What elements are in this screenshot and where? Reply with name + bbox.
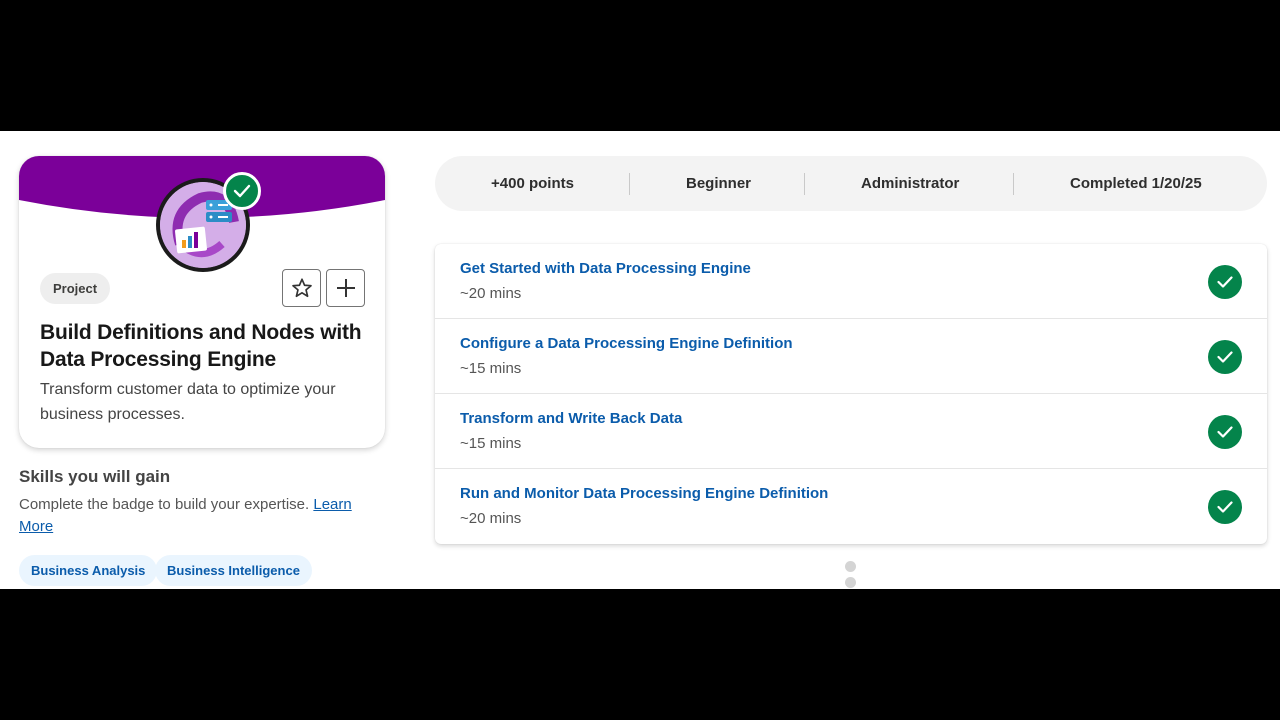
skill-tag-business-intelligence[interactable]: Business Intelligence	[155, 555, 312, 586]
page-content: Project Build Definitions and Nodes with…	[0, 131, 1280, 589]
check-icon	[1208, 490, 1242, 524]
unit-duration: ~15 mins	[460, 360, 522, 377]
skills-description: Complete the badge to build your experti…	[19, 494, 379, 538]
check-icon	[1208, 265, 1242, 299]
completed-date-stat: Completed 1/20/25	[1070, 175, 1202, 192]
unit-title-link[interactable]: Get Started with Data Processing Engine	[460, 260, 751, 277]
units-list: Get Started with Data Processing Engine …	[435, 244, 1267, 544]
unit-item[interactable]: Transform and Write Back Data ~15 mins	[435, 394, 1267, 469]
star-icon	[291, 278, 312, 298]
unit-title-link[interactable]: Run and Monitor Data Processing Engine D…	[460, 485, 828, 502]
completed-check-icon	[223, 172, 261, 210]
stat-divider	[804, 173, 805, 195]
unit-duration: ~20 mins	[460, 510, 522, 527]
check-icon	[1208, 340, 1242, 374]
badge-title: Build Definitions and Nodes with Data Pr…	[40, 321, 362, 371]
badge-card: Project Build Definitions and Nodes with…	[19, 156, 385, 448]
skill-tag-business-analysis[interactable]: Business Analysis	[19, 555, 158, 586]
unit-item[interactable]: Configure a Data Processing Engine Defin…	[435, 319, 1267, 394]
loading-dots	[845, 561, 856, 589]
badge-stats-bar: +400 points Beginner Administrator Compl…	[435, 156, 1267, 211]
unit-item[interactable]: Run and Monitor Data Processing Engine D…	[435, 469, 1267, 544]
stat-divider	[1013, 173, 1014, 195]
check-icon	[1208, 415, 1242, 449]
project-type-pill: Project	[40, 273, 111, 304]
role-stat: Administrator	[861, 175, 960, 192]
unit-duration: ~15 mins	[460, 435, 522, 452]
stat-divider	[629, 173, 630, 195]
unit-title-link[interactable]: Configure a Data Processing Engine Defin…	[460, 335, 793, 352]
plus-icon	[336, 279, 355, 297]
skills-heading: Skills you will gain	[19, 467, 171, 486]
unit-duration: ~20 mins	[460, 285, 522, 302]
unit-title-link[interactable]: Transform and Write Back Data	[460, 410, 682, 427]
points-stat: +400 points	[491, 175, 574, 192]
badge-description: Transform customer data to optimize your…	[40, 381, 336, 423]
favorite-button[interactable]	[282, 269, 321, 307]
level-stat: Beginner	[686, 175, 752, 192]
add-to-list-button[interactable]	[326, 269, 365, 307]
skills-description-text: Complete the badge to build your experti…	[19, 496, 314, 513]
unit-item[interactable]: Get Started with Data Processing Engine …	[435, 244, 1267, 319]
